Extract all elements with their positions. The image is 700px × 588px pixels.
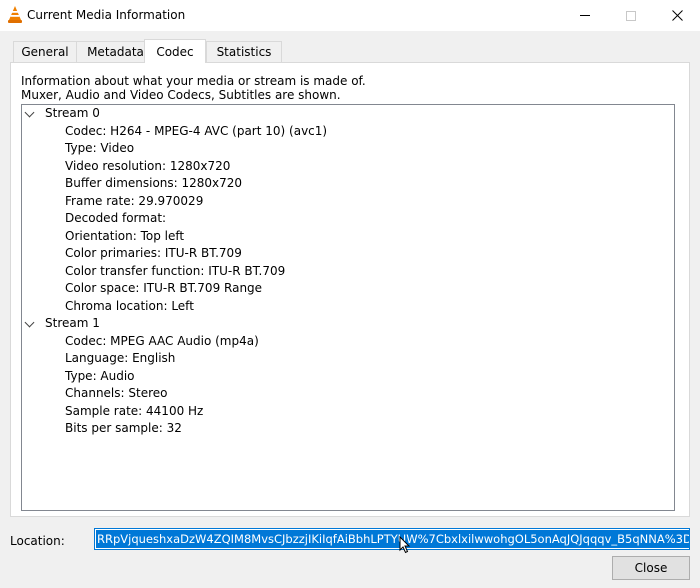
stream-label: Stream 0 [45,106,100,120]
stream-property: Language: English [65,351,176,365]
codec-panel: Information about what your media or str… [10,62,690,517]
location-value[interactable]: RRpVjqueshxaDzW4ZQIM8MvsCJbzzjIKiIqfAiBb… [96,530,689,548]
tab-statistics[interactable]: Statistics [206,41,282,62]
location-field[interactable]: RRpVjqueshxaDzW4ZQIM8MvsCJbzzjIKiIqfAiBb… [94,528,690,550]
stream-property: Sample rate: 44100 Hz [65,403,204,418]
title-bar: Current Media Information [0,0,700,31]
window-close-button[interactable] [654,0,700,31]
stream-property: Buffer dimensions: 1280x720 [65,176,243,190]
codec-description: Information about what your media or str… [21,74,681,102]
codec-tree[interactable]: Stream 0 Codec: H264 - MPEG-4 AVC (part … [21,104,675,511]
stream-property: Color transfer function: ITU-R BT.709 [65,263,286,278]
window-title: Current Media Information [27,8,186,22]
stream-property: Codec: H264 - MPEG-4 AVC (part 10) (avc1… [65,123,328,138]
stream-property: Type: Video [65,141,135,155]
stream-property: Bits per sample: 32 [65,421,182,435]
minimize-button[interactable] [562,0,608,31]
vlc-cone-icon [8,6,22,23]
stream-property: Type: Audio [65,368,135,383]
stream-property: Color space: ITU-R BT.709 Range [65,281,263,295]
minimize-icon [580,15,590,16]
stream-property: Channels: Stereo [65,386,168,400]
stream-property: Orientation: Top left [65,228,185,243]
tab-codec[interactable]: Codec [144,39,206,63]
text-cursor-icon [399,536,411,554]
tab-general[interactable]: General [13,41,77,62]
stream-header[interactable]: Stream 1 [22,315,674,333]
chevron-down-icon[interactable] [24,107,35,118]
maximize-button [608,0,654,31]
description-line-2: Muxer, Audio and Video Codecs, Subtitles… [21,88,341,102]
stream-node: Stream 0 Codec: H264 - MPEG-4 AVC (part … [22,105,674,315]
maximize-icon [626,10,636,21]
chevron-down-icon[interactable] [24,317,35,328]
stream-label: Stream 1 [45,316,100,330]
description-line-1: Information about what your media or str… [21,74,366,88]
stream-property: Decoded format: [65,211,167,225]
stream-property: Chroma location: Left [65,298,194,313]
stream-property: Color primaries: ITU-R BT.709 [65,246,242,260]
stream-header[interactable]: Stream 0 [22,105,674,123]
stream-node: Stream 1 Codec: MPEG AAC Audio (mp4a) La… [22,315,674,438]
location-label: Location: [10,534,65,548]
close-button[interactable]: Close [612,556,690,580]
stream-property: Codec: MPEG AAC Audio (mp4a) [65,333,259,348]
stream-property: Frame rate: 29.970029 [65,193,204,208]
close-icon [671,10,683,21]
stream-property: Video resolution: 1280x720 [65,158,231,173]
